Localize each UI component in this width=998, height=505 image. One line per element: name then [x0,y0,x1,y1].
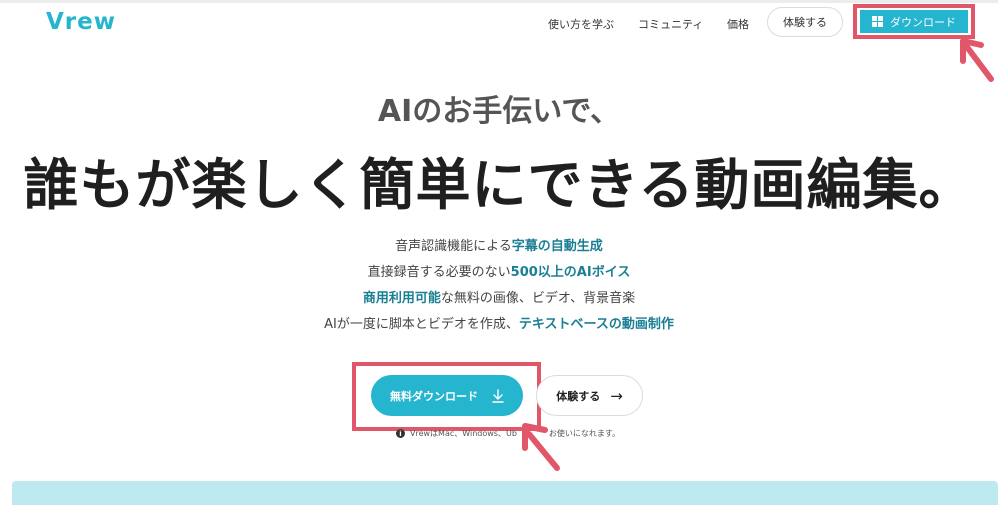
nav-download-label: ダウンロード [890,15,956,29]
bottom-section-band [12,481,998,505]
windows-icon [872,16,883,27]
vrew-logo[interactable]: Vrew [46,9,116,35]
try-label: 体験する [556,389,601,403]
feature-line: 商用利用可能な無料の画像、ビデオ、背景音楽 [362,291,636,306]
feature-line: AIが一度に脚本とビデオを作成、テキストベースの動画制作 [324,317,674,332]
try-button[interactable]: 体験する → [536,375,643,416]
info-icon: i [396,429,405,438]
download-icon [492,388,504,403]
platform-note-text: VrewはMac、Windows、Ub [410,429,517,438]
red-arrow-icon [960,38,994,82]
nav-community-link[interactable]: コミュニティ [638,16,703,32]
top-divider [0,0,998,3]
free-download-button[interactable]: 無料ダウンロード [371,375,523,416]
nav-download-button[interactable]: ダウンロード [860,10,968,33]
free-download-label: 無料ダウンロード [390,389,478,403]
nav-price-link[interactable]: 価格 [727,16,749,32]
feature-line: 直接録音する必要のない500以上のAIボイス [367,265,631,280]
hero-subtitle: AIのお手伝いで、 [377,94,621,129]
nav-learn-link[interactable]: 使い方を学ぶ [548,16,614,32]
red-arrow-icon [522,423,560,471]
feature-line: 音声認識機能による字幕の自動生成 [395,239,603,254]
platform-note: i VrewはMac、Windows、Ub お使いになれます。 [396,428,620,439]
hero-headline: 誰もが楽しく簡単にできる動画編集。 [23,153,975,217]
arrow-right-icon: → [610,386,623,405]
nav-try-button[interactable]: 体験する [767,7,843,37]
